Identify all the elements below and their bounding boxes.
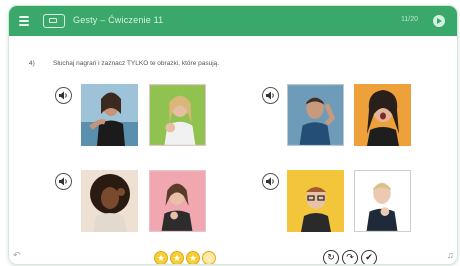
app-logo-icon xyxy=(43,14,65,28)
reset-icon: ↻ xyxy=(327,252,335,262)
check-icon: ✔ xyxy=(365,252,373,262)
audio-play-button-3[interactable] xyxy=(55,173,72,190)
star-icon: ★ xyxy=(154,251,168,264)
audio-play-button-2[interactable] xyxy=(262,87,279,104)
undo-icon[interactable]: ↶ xyxy=(13,250,21,261)
answer-photo-man-listening[interactable] xyxy=(287,84,344,146)
answer-photo-woman-surprised[interactable] xyxy=(354,84,411,146)
speaker-icon xyxy=(266,177,274,186)
skip-icon: ↷ xyxy=(346,252,354,262)
star-icon: ★ xyxy=(186,251,200,264)
answer-photo-woman-pointing[interactable] xyxy=(149,170,206,232)
next-exercise-icon[interactable] xyxy=(433,15,445,27)
check-button[interactable]: ✔ xyxy=(361,250,377,264)
speaker-icon xyxy=(59,91,67,100)
music-icon[interactable]: ♫ xyxy=(447,250,454,260)
top-bar: Gesty – Ćwiczenie 11 11/20 xyxy=(9,6,457,36)
answer-photo-boy-glasses[interactable] xyxy=(287,170,344,232)
answer-photo-woman-sea[interactable] xyxy=(81,84,138,146)
answer-photo-child-gesture[interactable] xyxy=(354,170,411,232)
speaker-icon xyxy=(59,177,67,186)
speaker-icon xyxy=(266,91,274,100)
answer-photo-woman-curly-hair[interactable] xyxy=(81,170,138,232)
audio-play-button-4[interactable] xyxy=(262,173,279,190)
breadcrumb: Gesty – Ćwiczenie 11 xyxy=(73,15,164,25)
skip-button[interactable]: ↷ xyxy=(342,250,358,264)
task-number: 4) xyxy=(29,60,35,67)
answer-photo-girl-thumbs-up[interactable] xyxy=(149,84,206,146)
star-icon: ★ xyxy=(170,251,184,264)
menu-icon[interactable] xyxy=(19,16,29,26)
audio-play-button-1[interactable] xyxy=(55,87,72,104)
exercise-window: Gesty – Ćwiczenie 11 11/20 4) Słuchaj na… xyxy=(8,5,458,265)
reset-button[interactable]: ↻ xyxy=(323,250,339,264)
smiley-icon: ☺ xyxy=(202,251,216,264)
task-instruction: Słuchaj nagrań i zaznacz TYLKO te obrazk… xyxy=(53,60,220,67)
progress-text: 11/20 xyxy=(401,16,418,23)
